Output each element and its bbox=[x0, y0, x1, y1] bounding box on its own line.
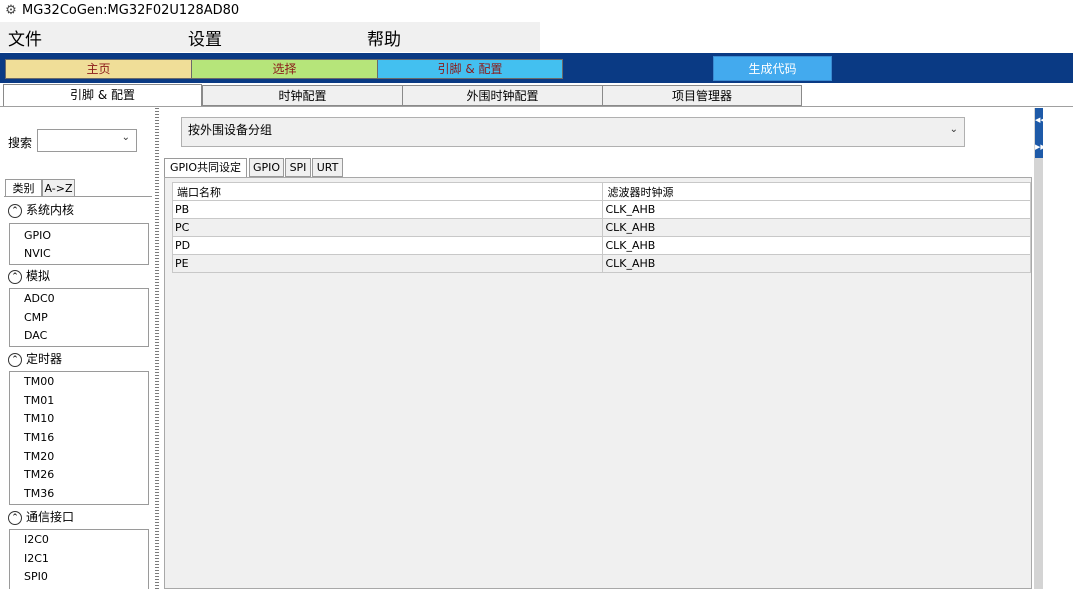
table-row[interactable]: PB CLK_AHB bbox=[171, 200, 1031, 219]
category-label: 定时器 bbox=[26, 352, 63, 366]
panel-splitter[interactable] bbox=[153, 108, 161, 589]
category-items-timers: TM00 TM01 TM10 TM16 TM20 TM26 TM36 bbox=[9, 371, 149, 505]
chevron-down-icon: ⌄ bbox=[121, 132, 130, 143]
collapse-icon[interactable]: ⌃ bbox=[8, 203, 22, 218]
category-label: 模拟 bbox=[26, 269, 51, 283]
list-item-tm00[interactable]: TM00 bbox=[24, 376, 54, 388]
search-dropdown[interactable]: ⌄ bbox=[37, 129, 137, 152]
filter-clock-cell[interactable]: CLK_AHB bbox=[602, 254, 1031, 273]
category-items-analog: ADC0 CMP DAC bbox=[9, 288, 149, 347]
collapse-icon[interactable]: ⌃ bbox=[8, 510, 22, 525]
tab-spi[interactable]: SPI bbox=[285, 158, 311, 177]
category-header-timers[interactable]: ⌃ 定时器 bbox=[8, 350, 62, 368]
list-item-adc0[interactable]: ADC0 bbox=[24, 293, 55, 305]
nav-home-button[interactable]: 主页 bbox=[5, 59, 192, 79]
double-right-arrow-icon[interactable]: ▶▶ bbox=[1035, 143, 1046, 151]
group-by-dropdown[interactable]: 按外围设备分组 ⌄ bbox=[181, 117, 965, 147]
tab-urt[interactable]: URT bbox=[312, 158, 343, 177]
filter-clock-cell[interactable]: CLK_AHB bbox=[602, 200, 1031, 219]
filter-clock-cell[interactable]: CLK_AHB bbox=[602, 236, 1031, 255]
nav-pin-config-button[interactable]: 引脚 & 配置 bbox=[377, 59, 563, 79]
tab-project-manager[interactable]: 项目管理器 bbox=[602, 85, 802, 106]
menu-settings[interactable]: 设置 bbox=[188, 25, 222, 50]
tab-clock-config[interactable]: 时钟配置 bbox=[202, 85, 403, 106]
tab-pin-config[interactable]: 引脚 & 配置 bbox=[3, 84, 202, 106]
tab-gpio[interactable]: GPIO bbox=[249, 158, 284, 177]
table-row[interactable]: PE CLK_AHB bbox=[171, 254, 1031, 273]
left-panel: 搜索 ⌄ 类别 A->Z ⌃ 系统内核 GPIO NVIC ⌃ 模拟 ADC0 CM… bbox=[0, 108, 154, 589]
collapse-icon[interactable]: ⌃ bbox=[8, 269, 22, 284]
category-header-comm[interactable]: ⌃ 通信接口 bbox=[8, 508, 74, 526]
category-list: ⌃ 系统内核 GPIO NVIC ⌃ 模拟 ADC0 CMP DAC ⌃ 定时器 TM… bbox=[4, 196, 152, 589]
category-items-system-core: GPIO NVIC bbox=[9, 223, 149, 265]
tab-gpio-common[interactable]: GPIO共同设定 bbox=[164, 158, 247, 178]
port-name-cell: PB bbox=[171, 200, 604, 219]
search-label: 搜索 bbox=[8, 136, 33, 150]
category-label: 通信接口 bbox=[26, 510, 75, 524]
collapse-icon[interactable]: ⌃ bbox=[8, 352, 22, 367]
column-header-filter-clock[interactable]: 滤波器时钟源 bbox=[602, 182, 1031, 201]
list-item-i2c1[interactable]: I2C1 bbox=[24, 553, 49, 565]
title-bar: ⚙ MG32CoGen:MG32F02U128AD80 bbox=[0, 0, 1073, 22]
main-tab-bar: 引脚 & 配置 时钟配置 外围时钟配置 项目管理器 bbox=[0, 83, 1073, 107]
table-row[interactable]: PC CLK_AHB bbox=[171, 218, 1031, 237]
port-name-cell: PE bbox=[171, 254, 604, 273]
list-item-tm16[interactable]: TM16 bbox=[24, 432, 54, 444]
category-header-analog[interactable]: ⌃ 模拟 bbox=[8, 267, 50, 285]
list-item-spi0[interactable]: SPI0 bbox=[24, 571, 48, 583]
column-header-port-name[interactable]: 端口名称 bbox=[171, 182, 604, 201]
list-item-dac[interactable]: DAC bbox=[24, 330, 47, 342]
right-scroll-rail[interactable] bbox=[1034, 108, 1043, 589]
port-filter-table: 端口名称 滤波器时钟源 PB CLK_AHB PC CLK_AHB PD CLK… bbox=[171, 182, 1031, 273]
filter-clock-cell[interactable]: CLK_AHB bbox=[602, 218, 1031, 237]
menu-file[interactable]: 文件 bbox=[8, 25, 42, 50]
window-title: MG32CoGen:MG32F02U128AD80 bbox=[22, 3, 240, 18]
list-item-tm01[interactable]: TM01 bbox=[24, 395, 54, 407]
nav-band: 主页 选择 引脚 & 配置 生成代码 bbox=[0, 53, 1073, 83]
table-panel: 端口名称 滤波器时钟源 PB CLK_AHB PC CLK_AHB PD CLK… bbox=[164, 177, 1032, 589]
category-header-system-core[interactable]: ⌃ 系统内核 bbox=[8, 201, 74, 219]
category-label: 系统内核 bbox=[26, 203, 75, 217]
menu-help[interactable]: 帮助 bbox=[367, 25, 401, 50]
list-item-nvic[interactable]: NVIC bbox=[24, 248, 51, 260]
gear-icon: ⚙ bbox=[5, 3, 17, 18]
menu-bar: 文件 设置 帮助 bbox=[0, 22, 540, 52]
list-item-cmp[interactable]: CMP bbox=[24, 312, 48, 324]
nav-select-button[interactable]: 选择 bbox=[191, 59, 378, 79]
list-item-tm36[interactable]: TM36 bbox=[24, 488, 54, 500]
generate-code-button[interactable]: 生成代码 bbox=[713, 56, 832, 81]
list-item-tm26[interactable]: TM26 bbox=[24, 469, 54, 481]
table-header-row: 端口名称 滤波器时钟源 bbox=[171, 182, 1031, 201]
list-item-tm10[interactable]: TM10 bbox=[24, 413, 54, 425]
list-item-i2c0[interactable]: I2C0 bbox=[24, 534, 49, 546]
table-row[interactable]: PD CLK_AHB bbox=[171, 236, 1031, 255]
group-by-value: 按外围设备分组 bbox=[188, 123, 273, 137]
tab-category[interactable]: 类别 bbox=[5, 179, 42, 197]
chevron-down-icon: ⌄ bbox=[949, 124, 958, 135]
list-item-gpio[interactable]: GPIO bbox=[24, 230, 51, 242]
port-name-cell: PC bbox=[171, 218, 604, 237]
list-item-tm20[interactable]: TM20 bbox=[24, 451, 54, 463]
tab-a-to-z[interactable]: A->Z bbox=[42, 179, 75, 197]
tab-peripheral-clock[interactable]: 外围时钟配置 bbox=[402, 85, 603, 106]
port-name-cell: PD bbox=[171, 236, 604, 255]
side-collapse-strip[interactable]: ◀◀ ▶▶ bbox=[1035, 108, 1046, 158]
double-left-arrow-icon[interactable]: ◀◀ bbox=[1035, 116, 1046, 124]
category-items-comm: I2C0 I2C1 SPI0 bbox=[9, 529, 149, 589]
